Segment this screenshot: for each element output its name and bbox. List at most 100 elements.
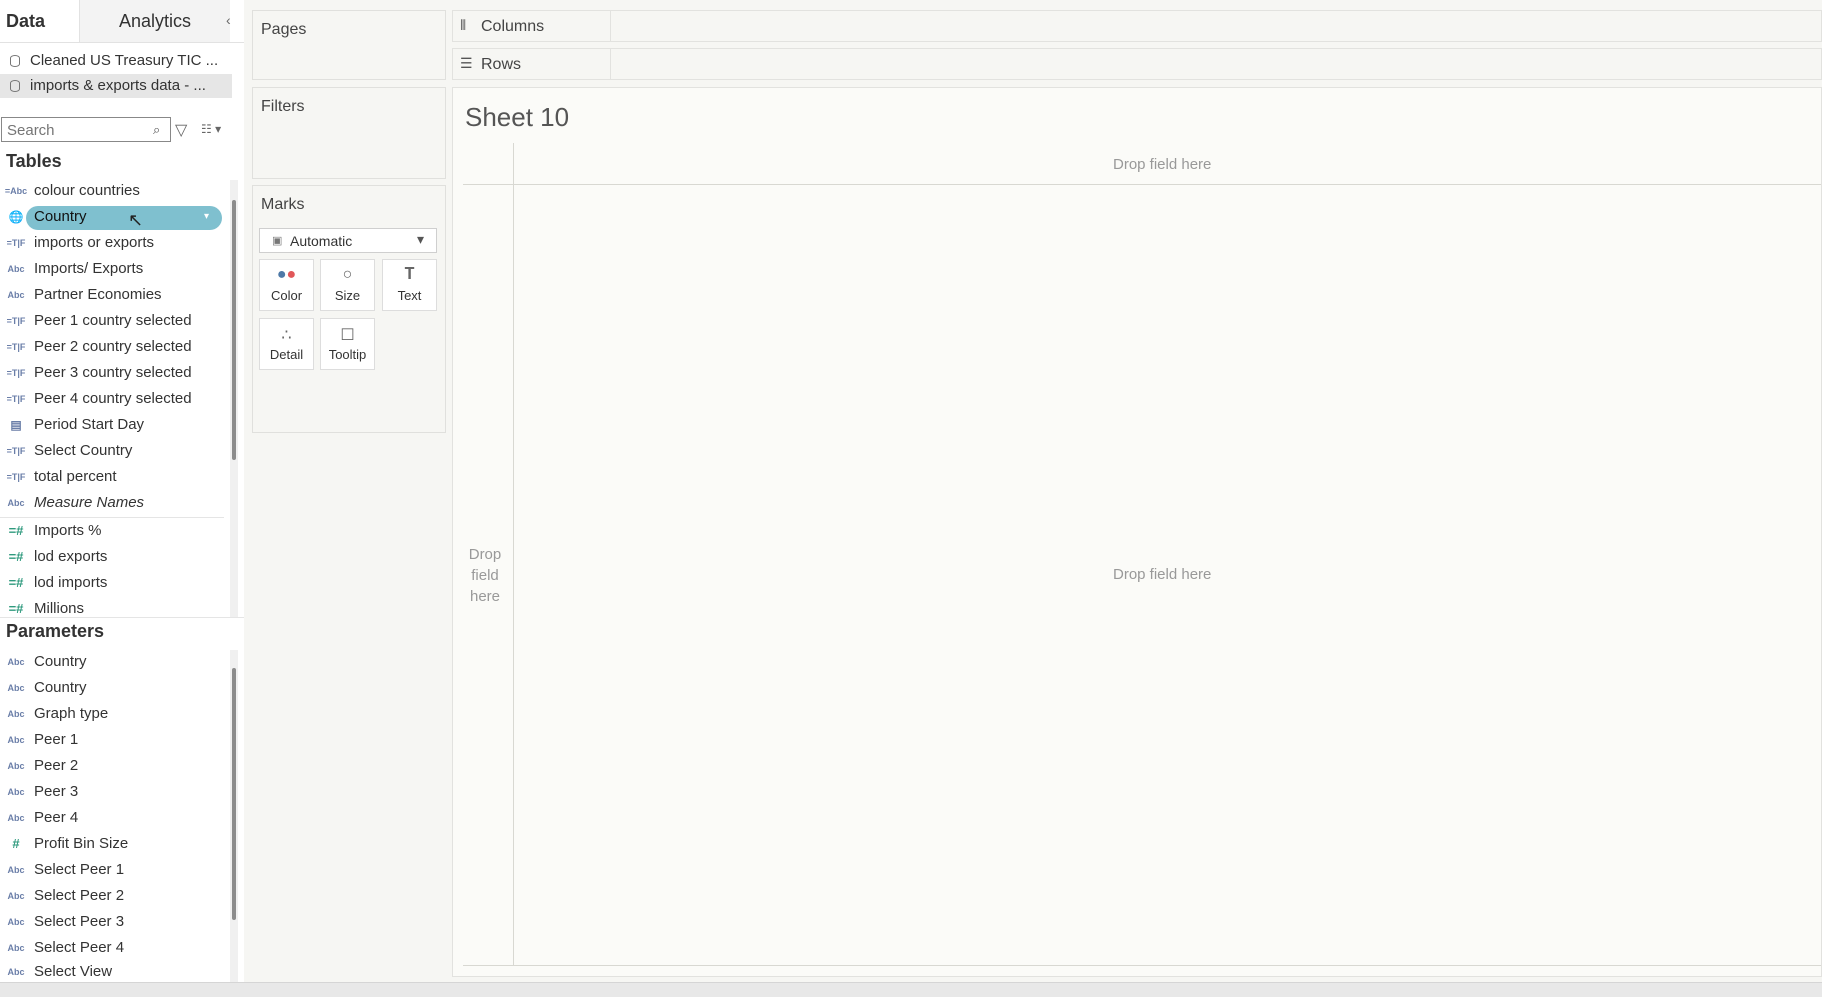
sheet-title[interactable]: Sheet 10 [465,102,569,133]
parameter-item[interactable]: Abc Country [0,650,224,674]
field-label: Country [34,208,87,225]
detail-button[interactable]: ∴ Detail [259,318,314,370]
abc-icon: Abc [7,865,25,875]
field-item[interactable]: Abc Measure Names [0,491,224,515]
measure-item[interactable]: =# Millions [0,597,224,617]
field-label: total percent [34,468,117,485]
columns-icon: ⦀ [460,17,467,33]
parameter-label: Select Peer 3 [34,913,125,930]
field-item-country-selected[interactable]: 🌐 Country ▾ [0,205,224,230]
drop-zone-columns[interactable]: Drop field here [1113,156,1211,173]
measure-item[interactable]: =# lod imports [0,571,224,595]
field-label: Measure Names [34,494,145,511]
parameters-scrollbar-thumb[interactable] [232,668,236,920]
abc-icon: Abc [7,943,25,953]
measure-calc-icon: =# [8,601,24,616]
parameter-item[interactable]: Abc Peer 4 [0,806,224,830]
abc-icon: Abc [7,498,25,508]
pages-card[interactable]: Pages [252,10,446,80]
automatic-mark-icon: ▣ [272,235,283,247]
abc-icon: Abc [7,290,25,300]
parameter-item[interactable]: Abc Select Peer 3 [0,910,224,934]
parameter-label: Select View [34,963,113,980]
field-item[interactable]: =T|F Peer 2 country selected [0,335,224,359]
parameters-heading: Parameters [6,621,105,641]
parameter-label: Country [34,653,87,670]
parameter-item[interactable]: Abc Peer 2 [0,754,224,778]
marks-title: Marks [261,196,305,213]
boolean-calc-icon: =T|F [6,238,26,248]
measure-item[interactable]: =# Imports % [0,519,224,543]
field-item[interactable]: =T|F total percent [0,465,224,489]
size-button[interactable]: ○ Size [320,259,375,311]
search-input[interactable] [5,119,149,142]
detail-label: Detail [269,347,304,362]
parameter-item[interactable]: Abc Graph type [0,702,224,726]
database-icon [10,80,20,92]
parameter-label: Select Peer 1 [34,861,125,878]
field-item[interactable]: Abc Imports/ Exports [0,257,224,281]
parameter-label: Peer 4 [34,809,79,826]
tables-scrollbar-thumb[interactable] [232,200,236,460]
filter-icon[interactable]: ▽ [175,120,187,140]
boolean-calc-icon: =T|F [6,446,26,456]
globe-icon: 🌐 [8,210,24,224]
rows-shelf[interactable]: ☰ Rows [452,48,1822,80]
parameter-item[interactable]: Abc Select View [0,960,224,982]
abc-icon: Abc [7,787,25,797]
field-item[interactable]: =T|F Select Country [0,439,224,463]
tab-data[interactable]: Data [0,0,80,42]
collapse-pane-icon[interactable]: ‹ [226,12,231,28]
abc-icon: Abc [7,917,25,927]
view-options-icon[interactable]: ☷ ▾ [201,122,221,136]
datasource-item-selected[interactable]: imports & exports data - ... [0,74,232,98]
field-item[interactable]: =Abc colour countries [0,179,224,203]
drop-zone-rows[interactable]: Drop field here [457,544,513,607]
section-divider [0,617,244,618]
parameter-item[interactable]: Abc Select Peer 2 [0,884,224,908]
tooltip-button[interactable]: ☐ Tooltip [320,318,375,370]
field-item[interactable]: =T|F Peer 4 country selected [0,387,224,411]
abc-calc-icon: =Abc [4,186,28,196]
boolean-calc-icon: =T|F [6,368,26,378]
filters-card[interactable]: Filters [252,87,446,179]
search-icon[interactable]: ⌕ [153,122,160,138]
field-item[interactable]: =T|F imports or exports [0,231,224,255]
database-icon [10,55,20,67]
parameter-item[interactable]: Abc Peer 1 [0,728,224,752]
parameter-item[interactable]: Abc Select Peer 4 [0,936,224,960]
search-field[interactable] [1,117,171,142]
drop-zone-main[interactable]: Drop field here [1113,566,1211,583]
grid-vertical-line [513,143,514,965]
columns-shelf[interactable]: ⦀ Columns [452,10,1822,42]
field-label: lod imports [34,574,108,591]
parameter-label: Select Peer 4 [34,939,125,956]
parameter-label: Peer 1 [34,731,79,748]
field-label: lod exports [34,548,108,565]
boolean-calc-icon: =T|F [6,472,26,482]
parameter-label: Peer 3 [34,783,79,800]
datasource-item[interactable]: Cleaned US Treasury TIC ... [0,49,232,73]
parameter-item[interactable]: Abc Country [0,676,224,700]
shelf-divider [610,11,611,41]
datasource-label: Cleaned US Treasury TIC ... [30,52,219,69]
parameter-item[interactable]: # Profit Bin Size [0,832,224,856]
number-icon: # [12,836,20,851]
boolean-calc-icon: =T|F [6,316,26,326]
parameter-item[interactable]: Abc Peer 3 [0,780,224,804]
field-label: Peer 4 country selected [34,390,192,407]
field-item[interactable]: ▤ Period Start Day [0,413,224,437]
parameter-item[interactable]: Abc Select Peer 1 [0,858,224,882]
mark-type-dropdown[interactable]: ▣ Automatic ▾ [259,228,437,253]
tab-analytics[interactable]: Analytics [80,0,230,42]
field-item[interactable]: =T|F Peer 3 country selected [0,361,224,385]
dimension-measure-divider [0,517,224,518]
measure-item[interactable]: =# lod exports [0,545,224,569]
field-label: colour countries [34,182,140,199]
text-button[interactable]: 𝐓 Text [382,259,437,311]
chevron-down-icon[interactable]: ▾ [204,205,209,229]
field-item[interactable]: =T|F Peer 1 country selected [0,309,224,333]
grid-bottom-line [463,965,1821,966]
color-button[interactable]: ●● Color [259,259,314,311]
field-item[interactable]: Abc Partner Economies [0,283,224,307]
